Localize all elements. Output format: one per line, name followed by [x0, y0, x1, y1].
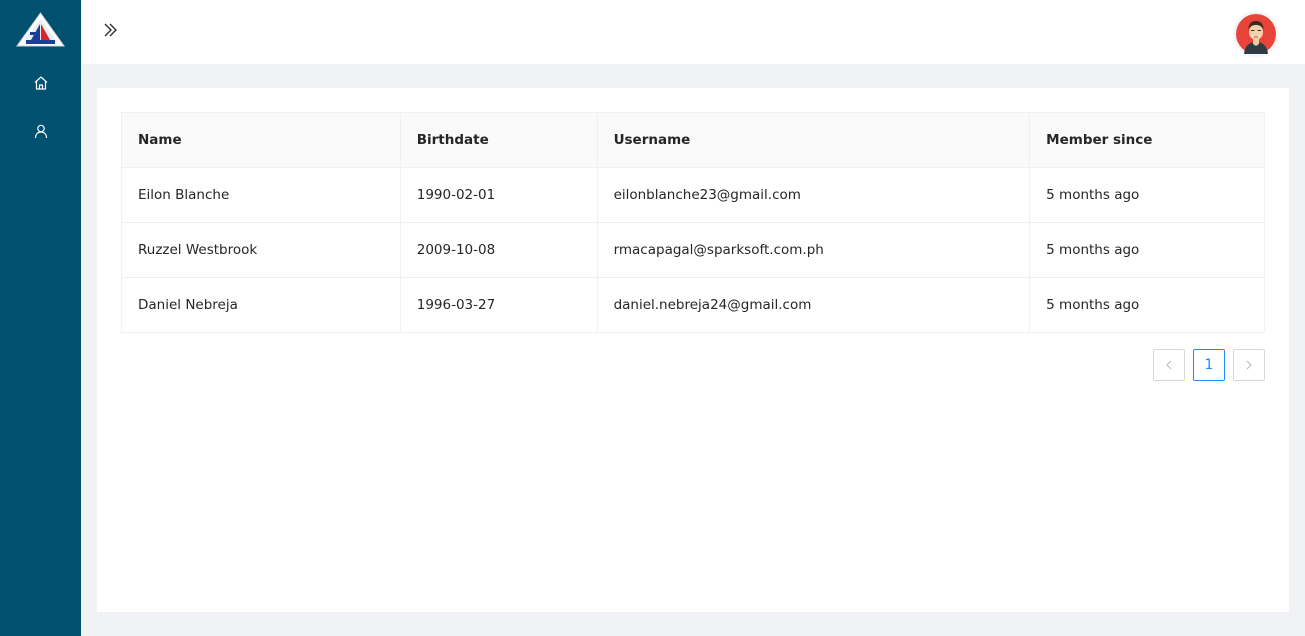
users-table: Name Birthdate Username Member since Eil… — [121, 112, 1265, 333]
home-icon — [34, 76, 47, 90]
chevron-left-icon — [1166, 360, 1172, 370]
cell-birthdate: 1990-02-01 — [399, 167, 598, 223]
cell-member-since: 5 months ago — [1029, 167, 1265, 223]
sidebar-item-home[interactable] — [0, 63, 81, 103]
next-page-button[interactable] — [1233, 349, 1265, 381]
cell-username: eilonblanche23@gmail.com — [596, 167, 1031, 223]
sidebar-expand-button[interactable] — [99, 18, 121, 42]
column-header-name: Name — [121, 112, 401, 168]
cell-username: daniel.nebreja24@gmail.com — [596, 277, 1031, 333]
cell-name: Daniel Nebreja — [121, 277, 401, 333]
cell-name: Eilon Blanche — [121, 167, 401, 223]
content-card: Name Birthdate Username Member since Eil… — [97, 88, 1289, 612]
table-row[interactable]: Eilon Blanche 1990-02-01 eilonblanche23@… — [121, 167, 1265, 223]
prev-page-button[interactable] — [1153, 349, 1185, 381]
triangle-logo-icon — [16, 12, 65, 47]
table-row[interactable]: Daniel Nebreja 1996-03-27 daniel.nebreja… — [121, 277, 1265, 333]
cell-name: Ruzzel Westbrook — [121, 222, 401, 278]
page-button-current[interactable]: 1 — [1193, 349, 1225, 381]
double-chevron-right-icon — [104, 23, 117, 37]
table-row[interactable]: Ruzzel Westbrook 2009-10-08 rmacapagal@s… — [121, 222, 1265, 278]
app-logo[interactable] — [14, 10, 67, 50]
cell-member-since: 5 months ago — [1029, 222, 1265, 278]
top-header — [81, 0, 1305, 64]
avatar-icon — [1233, 11, 1279, 57]
chevron-right-icon — [1246, 360, 1252, 370]
pagination: 1 — [1153, 349, 1265, 381]
sidebar-item-users[interactable] — [0, 111, 81, 151]
user-icon — [34, 124, 47, 139]
table-header-row: Name Birthdate Username Member since — [121, 112, 1265, 168]
column-header-birthdate: Birthdate — [399, 112, 598, 168]
cell-birthdate: 2009-10-08 — [399, 222, 598, 278]
cell-birthdate: 1996-03-27 — [399, 277, 598, 333]
cell-username: rmacapagal@sparksoft.com.ph — [596, 222, 1031, 278]
cell-member-since: 5 months ago — [1029, 277, 1265, 333]
sidebar — [0, 0, 81, 636]
user-avatar[interactable] — [1233, 11, 1279, 57]
column-header-username: Username — [596, 112, 1031, 168]
column-header-member-since: Member since — [1029, 112, 1265, 168]
